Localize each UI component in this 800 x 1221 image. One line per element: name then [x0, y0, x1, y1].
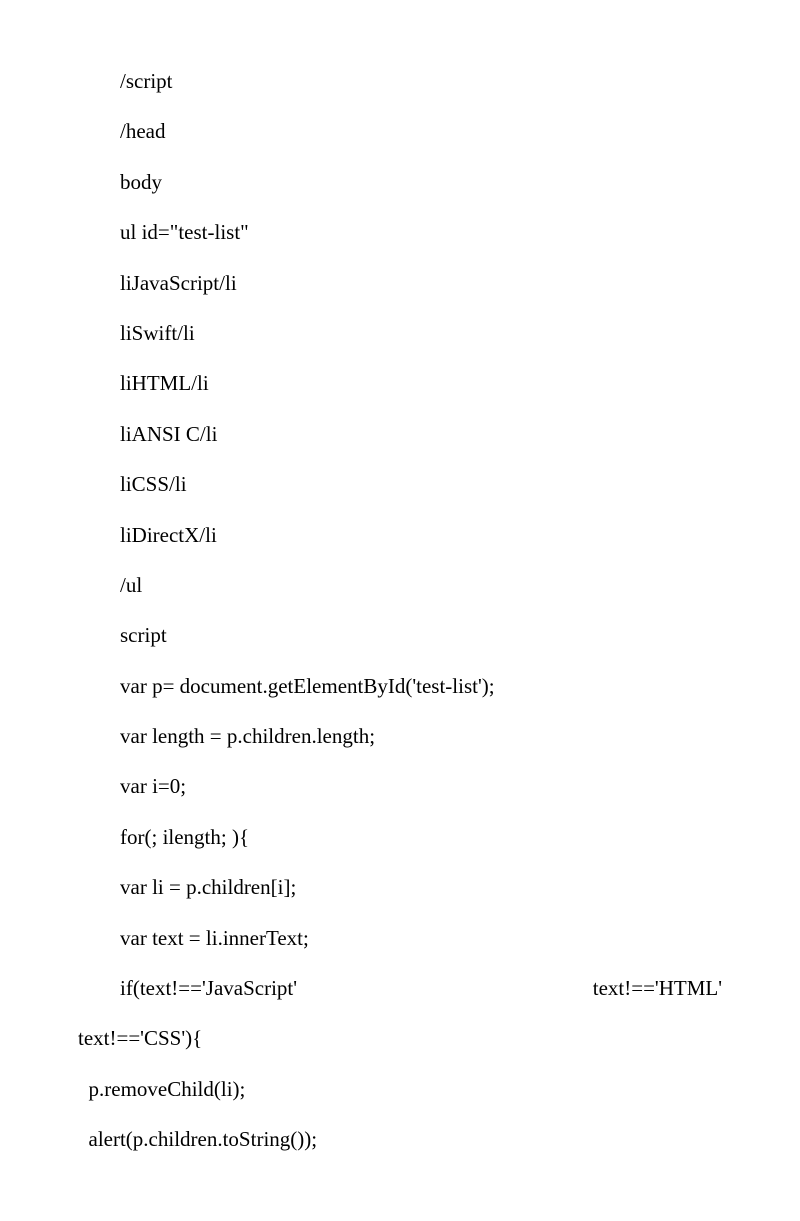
- code-line: liJavaScript/li: [78, 258, 722, 308]
- code-line-justified: if(text!=='JavaScript' text!=='HTML': [78, 963, 722, 1013]
- code-line: liANSI C/li: [78, 409, 722, 459]
- code-line: alert(p.children.toString());: [78, 1114, 722, 1164]
- code-line: /head: [78, 106, 722, 156]
- code-line: var li = p.children[i];: [78, 862, 722, 912]
- code-line: ul id="test-list": [78, 207, 722, 257]
- code-fragment-right: text!=='HTML': [593, 963, 722, 1013]
- code-line: /script: [78, 56, 722, 106]
- code-fragment-left: if(text!=='JavaScript': [120, 963, 297, 1013]
- code-line: body: [78, 157, 722, 207]
- code-line: var i=0;: [78, 761, 722, 811]
- code-line: var p= document.getElementById('test-lis…: [78, 661, 722, 711]
- code-line: for(; ilength; ){: [78, 812, 722, 862]
- code-line: var length = p.children.length;: [78, 711, 722, 761]
- code-line: p.removeChild(li);: [78, 1064, 722, 1114]
- code-line: var text = li.innerText;: [78, 913, 722, 963]
- code-line: text!=='CSS'){: [78, 1013, 722, 1063]
- code-line: script: [78, 610, 722, 660]
- code-line: liSwift/li: [78, 308, 722, 358]
- code-line: liCSS/li: [78, 459, 722, 509]
- code-line: liHTML/li: [78, 358, 722, 408]
- document-page: /script /head body ul id="test-list" liJ…: [0, 0, 800, 1221]
- code-line: /ul: [78, 560, 722, 610]
- code-line: liDirectX/li: [78, 510, 722, 560]
